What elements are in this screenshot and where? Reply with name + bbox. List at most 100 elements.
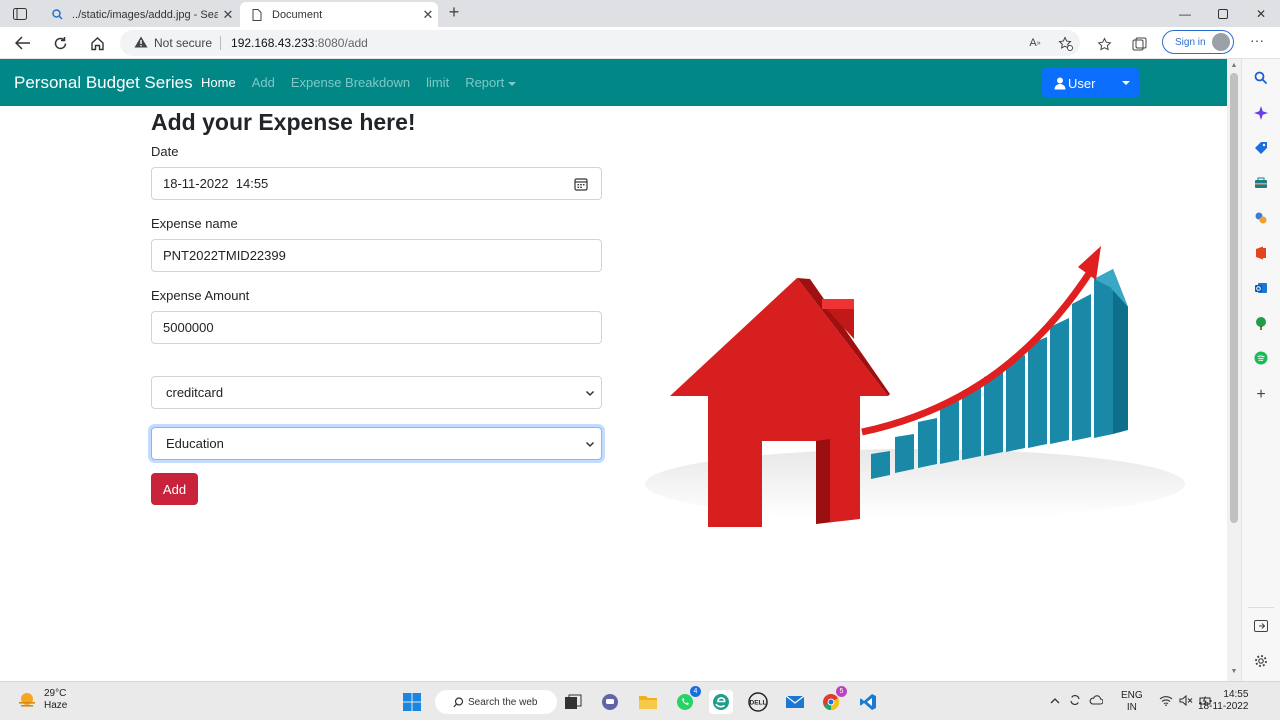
clock-time: 14:55: [1223, 689, 1249, 700]
wifi-icon[interactable]: [1159, 695, 1173, 709]
weather-widget[interactable]: 29°C Haze: [17, 688, 67, 712]
gear-icon[interactable]: [1252, 652, 1270, 670]
task-view-icon[interactable]: [561, 690, 585, 714]
user-button-label: User: [1068, 75, 1096, 91]
back-button[interactable]: [11, 31, 35, 55]
user-button-main[interactable]: User: [1042, 68, 1112, 98]
minimize-button[interactable]: —: [1166, 0, 1204, 27]
edge-browser-icon[interactable]: [709, 690, 733, 714]
address-bar[interactable]: Not secure 192.168.43.233:8080/add A»: [120, 30, 1080, 56]
tab-search-results[interactable]: ../static/images/addd.jpg - Searc ✕: [40, 2, 238, 27]
sign-in-label: Sign in: [1175, 36, 1206, 48]
teams-chat-icon[interactable]: [598, 690, 622, 714]
scroll-up-icon[interactable]: ▲: [1230, 62, 1238, 70]
svg-text:DELL: DELL: [750, 700, 767, 707]
maximize-button[interactable]: [1204, 0, 1242, 27]
expense-name-value: PNT2022TMID22399: [163, 248, 286, 263]
shopping-tag-icon[interactable]: [1252, 139, 1270, 157]
payment-method-value: creditcard: [166, 385, 224, 400]
tab-document[interactable]: Document ✕: [240, 2, 438, 27]
scrollbar-thumb[interactable]: [1230, 73, 1238, 523]
date-label: Date: [151, 144, 179, 159]
vscode-icon[interactable]: [856, 690, 880, 714]
chevron-down-icon: [585, 390, 595, 397]
scroll-down-icon[interactable]: ▼: [1230, 668, 1238, 676]
file-explorer-icon[interactable]: [636, 690, 660, 714]
search-icon: [50, 8, 64, 22]
office-icon[interactable]: [1252, 244, 1270, 262]
new-tab-button[interactable]: +: [444, 3, 464, 23]
security-status[interactable]: Not secure: [154, 36, 212, 50]
search-icon: [453, 696, 464, 707]
close-icon[interactable]: ✕: [418, 7, 438, 23]
brand-title[interactable]: Personal Budget Series: [14, 73, 193, 93]
volume-muted-icon[interactable]: [1179, 694, 1193, 709]
chevron-down-icon: [1121, 81, 1130, 85]
language-indicator[interactable]: ENG IN: [1121, 690, 1143, 714]
language-code: ENG: [1121, 689, 1143, 701]
calendar-icon[interactable]: [574, 177, 588, 191]
nav-link-home[interactable]: Home: [201, 75, 236, 90]
category-select[interactable]: Education: [151, 427, 602, 460]
home-button[interactable]: [85, 31, 109, 55]
nav-link-limit[interactable]: limit: [426, 75, 449, 90]
expense-name-label: Expense name: [151, 216, 238, 231]
house-growth-illustration: [645, 246, 1185, 527]
whatsapp-icon[interactable]: 4: [673, 686, 701, 714]
chevron-up-icon[interactable]: [1050, 696, 1060, 707]
sparkle-icon[interactable]: [1252, 104, 1270, 122]
spotify-icon[interactable]: [1252, 349, 1270, 367]
close-icon[interactable]: ✕: [218, 7, 238, 23]
divider: [220, 36, 222, 50]
mail-icon[interactable]: [783, 690, 807, 714]
expense-name-input[interactable]: PNT2022TMID22399: [151, 239, 602, 272]
nav-link-add[interactable]: Add: [252, 75, 275, 90]
nav-link-expense-breakdown[interactable]: Expense Breakdown: [291, 75, 410, 90]
nav-link-report[interactable]: Report: [465, 75, 517, 90]
taskbar-search[interactable]: Search the web: [435, 690, 557, 714]
windows-taskbar: 29°C Haze Search the web 4 DELL 5 ENG IN…: [0, 681, 1280, 720]
favorite-add-icon[interactable]: [1056, 34, 1074, 52]
add-icon[interactable]: +: [1252, 386, 1270, 404]
expense-amount-input[interactable]: 5000000: [151, 311, 602, 344]
user-dropdown-button[interactable]: User: [1042, 68, 1139, 98]
tab-title: Document: [272, 8, 323, 21]
games-icon[interactable]: [1252, 209, 1270, 227]
tree-icon[interactable]: [1252, 314, 1270, 332]
page-scrollbar[interactable]: ▲ ▼: [1227, 59, 1241, 681]
nav-links: Home Add Expense Breakdown limit Report: [201, 75, 532, 90]
taskbar-search-label: Search the web: [468, 696, 538, 708]
nav-link-report-label: Report: [465, 75, 505, 90]
haze-sun-icon: [19, 693, 35, 707]
url-host: 192.168.43.233: [231, 36, 315, 50]
sign-in-button[interactable]: Sign in: [1162, 30, 1234, 54]
favorites-icon[interactable]: [1095, 35, 1113, 53]
avatar: [1212, 33, 1230, 51]
dell-icon[interactable]: DELL: [746, 690, 770, 714]
page-title: Add your Expense here!: [151, 109, 416, 135]
cloud-icon[interactable]: [1089, 695, 1104, 708]
more-options-icon[interactable]: ···: [1248, 33, 1266, 51]
refresh-button[interactable]: [48, 31, 72, 55]
window-close-button[interactable]: ✕: [1242, 0, 1280, 27]
windows-start-icon[interactable]: [400, 690, 424, 714]
weather-description: Haze: [44, 700, 68, 711]
read-aloud-icon[interactable]: A»: [1026, 34, 1044, 52]
user-dropdown-toggle[interactable]: [1112, 68, 1139, 98]
sync-icon[interactable]: [1069, 694, 1081, 709]
collections-icon[interactable]: [1131, 35, 1149, 53]
arrow-head: [1078, 246, 1101, 280]
sidebar-collapse-icon[interactable]: [1252, 617, 1270, 635]
outlook-icon[interactable]: [1252, 279, 1270, 297]
add-button[interactable]: Add: [151, 473, 198, 505]
warning-icon: [134, 36, 148, 51]
date-input[interactable]: 18-11-2022 14:55: [151, 167, 602, 200]
clock-date: 18-11-2022: [1198, 701, 1249, 712]
payment-method-select[interactable]: creditcard: [151, 376, 602, 409]
system-clock[interactable]: 14:55 18-11-2022: [1198, 689, 1249, 713]
date-value: 18-11-2022 14:55: [163, 176, 269, 191]
search-icon[interactable]: [1252, 69, 1270, 87]
toolbox-icon[interactable]: [1252, 174, 1270, 192]
chrome-icon[interactable]: 5: [819, 686, 847, 714]
tab-actions-icon[interactable]: [10, 5, 30, 23]
